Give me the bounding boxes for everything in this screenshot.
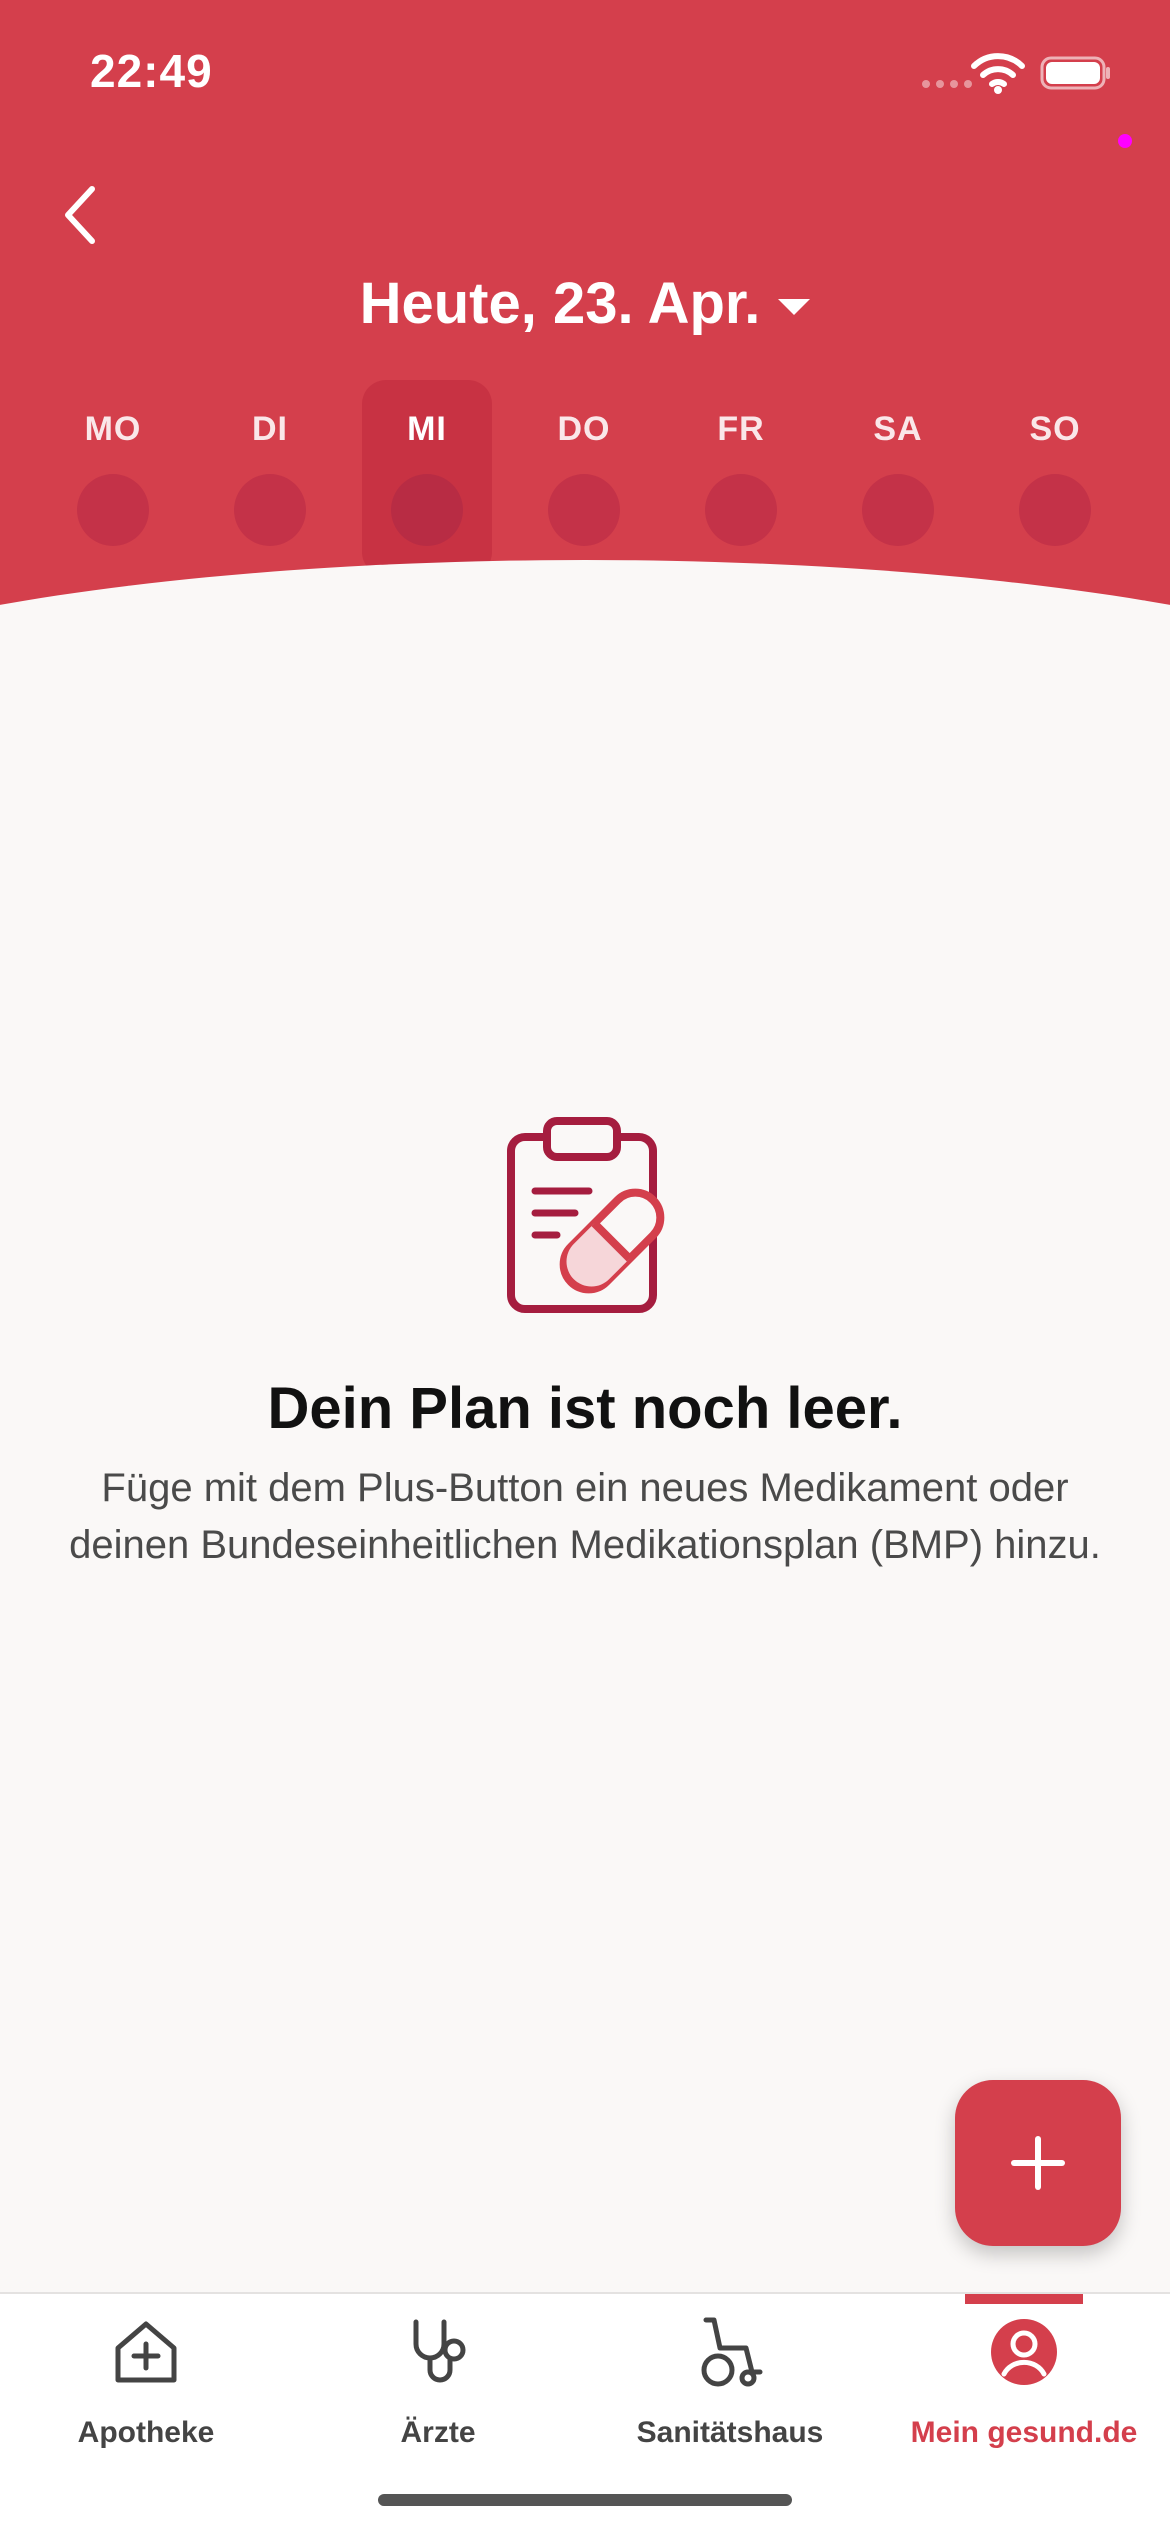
day-mo[interactable]: MO	[48, 380, 178, 576]
day-status-circle	[234, 474, 306, 546]
day-do[interactable]: DO	[519, 380, 649, 576]
day-label: SO	[1029, 410, 1081, 448]
day-label: FR	[717, 410, 765, 448]
nav-item-aerzte[interactable]: Ärzte	[292, 2316, 584, 2456]
day-status-circle	[1019, 474, 1091, 546]
clipboard-pill-icon	[507, 1117, 665, 1313]
header: 22:49 Heute, 23. Apr. MO DI MI DO FR SA …	[0, 0, 1170, 740]
chevron-left-icon	[65, 186, 95, 244]
active-tab-indicator	[965, 2294, 1083, 2304]
recording-indicator	[1118, 134, 1132, 148]
day-label: MO	[84, 410, 142, 448]
plus-icon	[1011, 2136, 1065, 2190]
day-label: DO	[557, 410, 611, 448]
status-time: 22:49	[90, 45, 213, 97]
user-icon	[991, 2319, 1057, 2385]
day-status-circle	[77, 474, 149, 546]
nav-label: Mein gesund.de	[910, 2416, 1138, 2449]
stethoscope-icon	[413, 2319, 466, 2383]
wifi-icon	[971, 53, 1025, 94]
week-day-selector: MO DI MI DO FR SA SO	[0, 380, 1170, 580]
house-plus-icon	[115, 2321, 177, 2383]
wheelchair-icon	[701, 2317, 763, 2387]
day-label: SA	[873, 410, 923, 448]
day-label: MI	[407, 410, 447, 448]
day-sa[interactable]: SA	[833, 380, 963, 576]
day-status-circle	[548, 474, 620, 546]
nav-item-mein-gesund[interactable]: Mein gesund.de	[878, 2316, 1170, 2456]
nav-label: Ärzte	[400, 2416, 476, 2449]
day-status-circle	[705, 474, 777, 546]
empty-state-text: Füge mit dem Plus-Button ein neues Medik…	[69, 1466, 1101, 1567]
home-indicator[interactable]	[378, 2494, 792, 2506]
day-so[interactable]: SO	[990, 380, 1120, 576]
nav-item-apotheke[interactable]: Apotheke	[0, 2316, 292, 2456]
medication-plan-screen: 22:49 Heute, 23. Apr. MO DI MI DO FR SA …	[0, 0, 1170, 2532]
day-status-circle	[862, 474, 934, 546]
cellular-signal-icon	[922, 80, 972, 88]
add-medication-button[interactable]	[955, 2080, 1121, 2246]
nav-label: Sanitätshaus	[636, 2416, 824, 2449]
day-label: DI	[252, 410, 288, 448]
day-di[interactable]: DI	[205, 380, 335, 576]
nav-label: Apotheke	[77, 2416, 215, 2449]
day-mi[interactable]: MI	[362, 380, 492, 576]
header-curve	[0, 560, 1170, 740]
back-button[interactable]	[40, 170, 120, 260]
date-selector[interactable]: Heute, 23. Apr.	[0, 270, 1170, 337]
day-status-circle	[391, 474, 463, 546]
empty-state-title: Dein Plan ist noch leer.	[267, 1376, 903, 1441]
status-icons	[870, 50, 1170, 100]
battery-icon	[1040, 56, 1110, 90]
nav-item-sanitaetshaus[interactable]: Sanitätshaus	[584, 2316, 876, 2456]
day-fr[interactable]: FR	[676, 380, 806, 576]
date-title: Heute, 23. Apr.	[359, 271, 761, 336]
caret-down-icon	[778, 298, 811, 315]
